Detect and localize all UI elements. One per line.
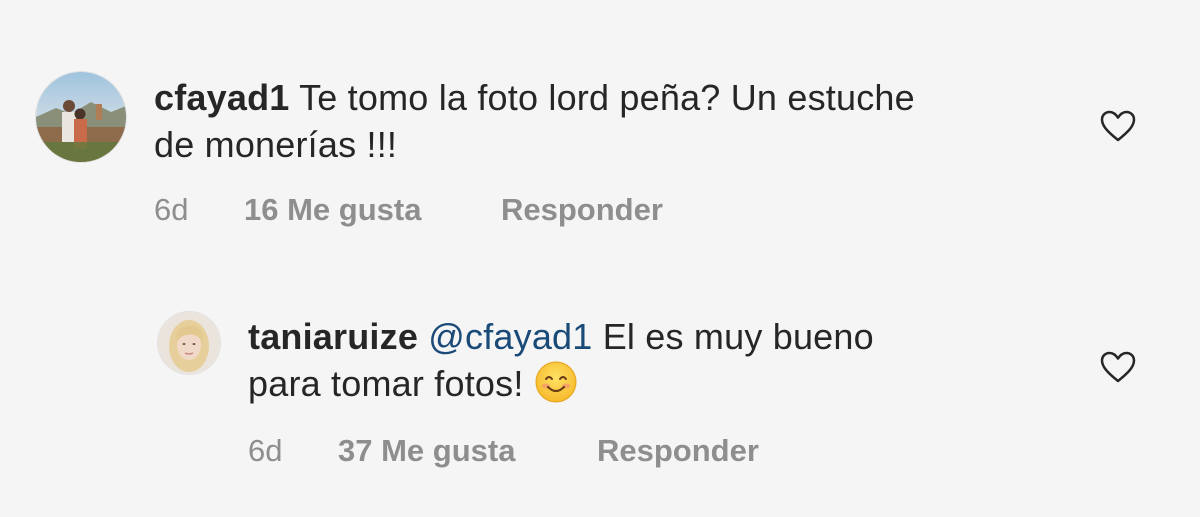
comment-1-meta: 6d 16 Me gusta Responder (154, 192, 663, 228)
like-heart-icon[interactable] (1100, 351, 1136, 383)
comment-1-text-line-1: Te tomo la foto lord peña? Un estuche (299, 77, 915, 118)
comment-2-text-line-2: para tomar fotos! (248, 363, 524, 404)
comment-2-reply-button[interactable]: Responder (597, 433, 759, 469)
comment-2-text-line-1: El es muy bueno (602, 316, 874, 357)
comment-2-age: 6d (248, 433, 283, 468)
like-heart-icon[interactable] (1100, 110, 1136, 142)
comment-1-line-1: cfayad1 Te tomo la foto lord peña? Un es… (154, 74, 915, 121)
avatar-photo-icon (36, 72, 126, 162)
comment-1-reply-button[interactable]: Responder (501, 192, 663, 228)
comment-2-line-2: para tomar fotos! (248, 360, 874, 407)
comment-2-likes[interactable]: 37 Me gusta (338, 433, 597, 469)
comment-1-likes[interactable]: 16 Me gusta (244, 192, 501, 228)
avatar-cfayad1[interactable] (36, 72, 126, 162)
avatar-taniaruize[interactable] (158, 312, 220, 374)
comment-1-age: 6d (154, 192, 189, 227)
avatar-photo-icon (158, 312, 220, 374)
comment-2-mention[interactable]: @cfayad1 (428, 316, 592, 357)
smiling-face-emoji-icon (535, 361, 577, 403)
comment-2-body: taniaruize @cfayad1 El es muy bueno para… (248, 313, 874, 407)
comment-1-username[interactable]: cfayad1 (154, 77, 290, 118)
comment-1-text-line-2: de monerías !!! (154, 124, 398, 165)
comment-2-line-1: taniaruize @cfayad1 El es muy bueno (248, 313, 874, 360)
comment-1-body: cfayad1 Te tomo la foto lord peña? Un es… (154, 74, 915, 168)
comment-2-username[interactable]: taniaruize (248, 316, 418, 357)
comment-2-meta: 6d 37 Me gusta Responder (248, 433, 759, 469)
